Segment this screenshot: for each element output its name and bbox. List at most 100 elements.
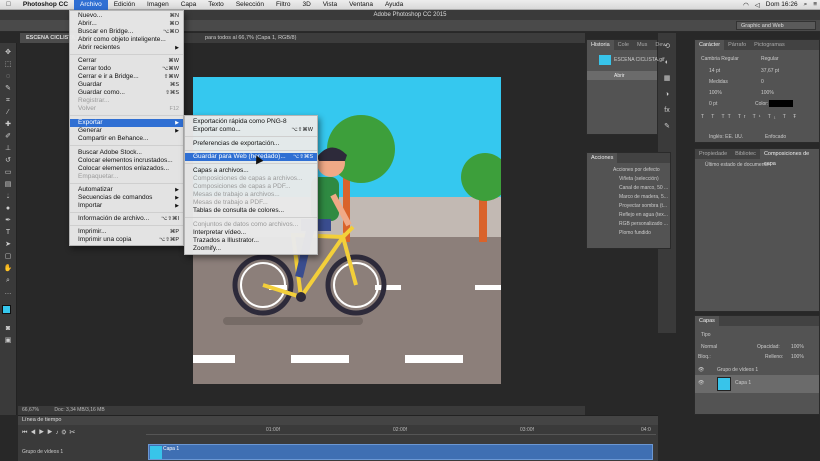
action-item[interactable]: RGB personalizado ... xyxy=(619,221,668,227)
app-menu[interactable]: Photoshop CC xyxy=(17,1,74,8)
menu-item-abrir[interactable]: Abrir... ⌘O xyxy=(70,20,183,28)
text-color-swatch[interactable] xyxy=(769,100,793,107)
layer-row-selected[interactable] xyxy=(695,375,819,393)
horizontal-scale-field[interactable]: 100% xyxy=(761,90,774,96)
menu-vista[interactable]: Vista xyxy=(317,1,343,8)
zoom-level[interactable]: 66,67% xyxy=(22,407,39,413)
blur-tool-icon[interactable]: 💧︎ xyxy=(3,193,13,201)
pen-tool-icon[interactable]: ✒ xyxy=(3,217,13,225)
swatches-panel-icon[interactable]: ▦ xyxy=(662,75,672,83)
menu-item-export-png8[interactable]: Exportación rápida como PNG-8 xyxy=(185,118,317,126)
brushes-panel-icon[interactable]: ✎ xyxy=(662,123,672,131)
menu-item-buscar-bridge[interactable]: Buscar en Bridge... ⌥⌘O xyxy=(70,28,183,36)
comp-item[interactable]: Último estado de documento xyxy=(705,162,769,168)
history-snapshot[interactable]: ESCENA CICLISTA.gif xyxy=(614,57,664,63)
styles-panel-icon[interactable]: fx xyxy=(662,107,672,115)
menu-item-guardar-como[interactable]: Guardar como... ⇧⌘S xyxy=(70,89,183,97)
menu-item-guardar[interactable]: Guardar ⌘S xyxy=(70,81,183,89)
split-icon[interactable]: ✂ xyxy=(69,430,78,436)
menu-ventana[interactable]: Ventana xyxy=(343,1,379,8)
timeline-title[interactable]: Línea de tiempo xyxy=(18,416,658,425)
visibility-eye-icon[interactable]: 👁︎ xyxy=(698,367,704,373)
quick-mask-icon[interactable]: ◙ xyxy=(3,325,13,333)
menu-item-tablas-color[interactable]: Tablas de consulta de colores... xyxy=(185,207,317,215)
menu-item-colocar-enlazados[interactable]: Colocar elementos enlazados... xyxy=(70,165,183,173)
tracking-field[interactable]: 0 xyxy=(761,79,764,85)
tab-parrafo[interactable]: Párrafo xyxy=(724,40,750,50)
tab-mus[interactable]: Mus xyxy=(633,40,651,50)
clock[interactable]: Dom 16:26 xyxy=(763,1,801,8)
menu-item-trazados-illustrator[interactable]: Trazados a Illustrator... xyxy=(185,237,317,245)
gradient-tool-icon[interactable]: ▤ xyxy=(3,181,13,189)
action-item[interactable]: Acciones por defecto xyxy=(613,167,660,173)
tab-pictogramas[interactable]: Pictogramas xyxy=(750,40,789,50)
menu-item-guardar-para-web[interactable]: Guardar para Web (heredado)... ⌥⇧⌘S xyxy=(185,153,317,161)
menu-item-imprimir-copia[interactable]: Imprimir una copia ⌥⇧⌘P xyxy=(70,236,183,244)
hand-tool-icon[interactable]: ✋ xyxy=(3,265,13,273)
action-item[interactable]: Marco de madera, 5... xyxy=(619,194,668,200)
menu-item-exportar[interactable]: Exportar ▶ xyxy=(70,119,183,127)
font-family-select[interactable]: Cambria Regular xyxy=(701,56,739,62)
menu-item-colocar-incrustados[interactable]: Colocar elementos incrustados... xyxy=(70,157,183,165)
text-style-buttons[interactable]: T T TT Tr T¹ T₁ T Ŧ xyxy=(701,114,799,120)
menu-item-exportar-como[interactable]: Exportar como... ⌥⇧⌘W xyxy=(185,126,317,134)
blend-mode-select[interactable]: Normal xyxy=(701,344,717,350)
menu-item-nuevo[interactable]: Nuevo... ⌘N xyxy=(70,12,183,20)
menu-item-cerrar-todo[interactable]: Cerrar todo ⌥⌘W xyxy=(70,65,183,73)
brush-tool-icon[interactable]: ✐ xyxy=(3,133,13,141)
menu-item-generar[interactable]: Generar ▶ xyxy=(70,127,183,135)
marquee-tool-icon[interactable]: ⬚ xyxy=(3,61,13,69)
menu-item-importar[interactable]: Importar ▶ xyxy=(70,202,183,210)
menu-edicion[interactable]: Edición xyxy=(108,1,141,8)
menu-archivo[interactable]: Archivo xyxy=(74,0,108,10)
layer-filter-select[interactable]: Tipo xyxy=(701,332,711,338)
action-item[interactable]: Plomo fundido xyxy=(619,230,651,236)
visibility-eye-icon[interactable]: 👁︎ xyxy=(698,380,704,386)
layers-title[interactable]: Capas xyxy=(695,316,719,326)
path-select-tool-icon[interactable]: ➤ xyxy=(3,241,13,249)
list-icon[interactable]: ≡ xyxy=(810,1,820,8)
menu-item-automatizar[interactable]: Automatizar ▶ xyxy=(70,186,183,194)
opacity-field[interactable]: 100% xyxy=(791,344,804,350)
menu-item-secuencias[interactable]: Secuencias de comandos ▶ xyxy=(70,194,183,202)
tab-bibliotecas[interactable]: Bibliotec xyxy=(731,149,760,159)
foreground-color-swatch[interactable] xyxy=(2,305,11,314)
fill-field[interactable]: 100% xyxy=(791,354,804,360)
font-size-field[interactable]: 14 pt xyxy=(709,68,720,74)
menu-item-preferencias-exportacion[interactable]: Preferencias de exportación... xyxy=(185,140,317,148)
tab-caracter[interactable]: Carácter xyxy=(695,40,725,50)
menu-filtro[interactable]: Filtro xyxy=(270,1,296,8)
menu-item-imprimir[interactable]: Imprimir... ⌘P xyxy=(70,228,183,236)
action-item[interactable]: Reflejo en agua (tex... xyxy=(619,212,668,218)
tab-cole[interactable]: Cole xyxy=(614,40,633,50)
font-style-select[interactable]: Regular xyxy=(761,56,779,62)
timeline-clip[interactable]: Capa 1 xyxy=(148,444,653,460)
layer-name[interactable]: Capa 1 xyxy=(735,380,751,386)
tab-dev[interactable]: Dev xyxy=(651,40,669,50)
crop-tool-icon[interactable]: ⌗ xyxy=(3,97,13,105)
menu-item-interpretar-video[interactable]: Interpretar vídeo... xyxy=(185,229,317,237)
menu-texto[interactable]: Texto xyxy=(202,1,230,8)
action-item[interactable]: Canal de marco, 50 ... xyxy=(619,185,668,191)
shape-tool-icon[interactable]: ▢ xyxy=(3,253,13,261)
doc-size[interactable]: Doc: 3,34 MB/3,16 MB xyxy=(54,407,104,413)
menu-item-informacion[interactable]: Información de archivo... ⌥⇧⌘I xyxy=(70,215,183,223)
stamp-tool-icon[interactable]: ⊥ xyxy=(3,145,13,153)
menu-item-abrir-recientes[interactable]: Abrir recientes ▶ xyxy=(70,44,183,52)
action-item[interactable]: Viñeta (selección) xyxy=(619,176,659,182)
healing-tool-icon[interactable]: ✚ xyxy=(3,121,13,129)
menu-imagen[interactable]: Imagen xyxy=(141,1,175,8)
search-icon[interactable]: ⌕ xyxy=(801,1,811,9)
menu-3d[interactable]: 3D xyxy=(296,1,316,8)
menu-seleccion[interactable]: Selección xyxy=(230,1,270,8)
timeline-group[interactable]: Grupo de vídeos 1 xyxy=(22,449,63,455)
eyedropper-tool-icon[interactable]: ⁄ xyxy=(3,109,13,117)
type-tool-icon[interactable]: T xyxy=(3,229,13,237)
workspace-switcher[interactable]: Graphic and Web xyxy=(736,21,816,30)
tab-propiedades[interactable]: Propiedade xyxy=(695,149,731,159)
screen-mode-icon[interactable]: ▣ xyxy=(3,337,13,345)
adjustments-panel-icon[interactable]: ◑ xyxy=(662,91,672,99)
menu-item-adobe-stock[interactable]: Buscar Adobe Stock... xyxy=(70,149,183,157)
move-tool-icon[interactable]: ✥ xyxy=(3,49,13,57)
menu-capa[interactable]: Capa xyxy=(175,1,203,8)
